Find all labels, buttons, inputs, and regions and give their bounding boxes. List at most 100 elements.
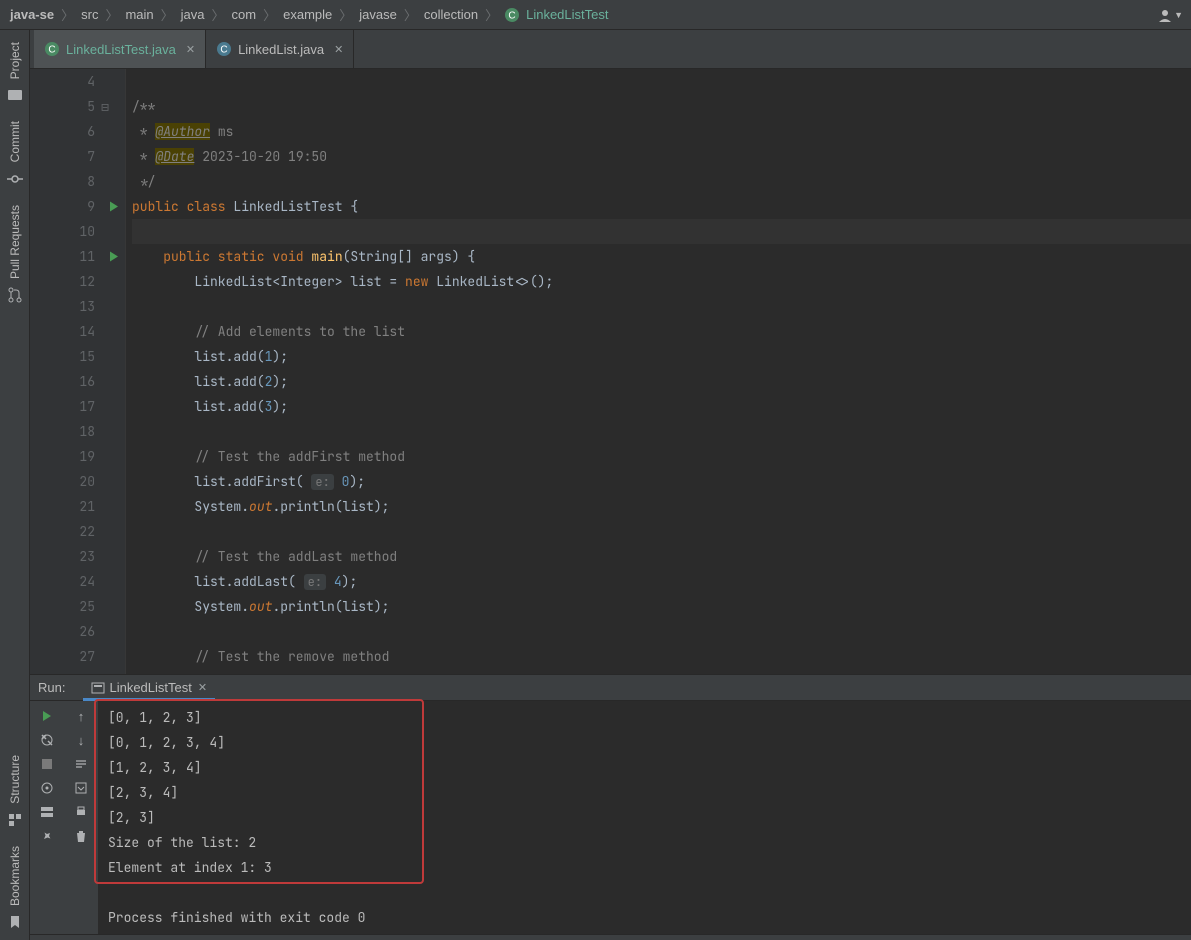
gutter-line[interactable]: 21 — [30, 494, 125, 519]
code-line[interactable] — [132, 419, 1191, 444]
down-icon[interactable]: ↓ — [72, 731, 90, 749]
user-menu-icon[interactable]: ▼ — [1158, 8, 1183, 22]
console-line: [2, 3, 4] — [108, 780, 1181, 805]
gutter-line[interactable]: 6 — [30, 119, 125, 144]
crumb-item[interactable]: com — [232, 7, 257, 22]
code-line[interactable]: */ — [132, 169, 1191, 194]
tab-label: LinkedListTest.java — [66, 42, 176, 57]
code-line[interactable] — [132, 619, 1191, 644]
crumb-item[interactable]: collection — [424, 7, 478, 22]
code-line[interactable]: // Test the addLast method — [132, 544, 1191, 569]
code-line[interactable] — [132, 519, 1191, 544]
run-config-name[interactable]: LinkedListTest — [109, 680, 191, 695]
code-line[interactable]: list.addLast( e: 4); — [132, 569, 1191, 594]
close-icon[interactable]: ✕ — [334, 43, 343, 56]
close-icon[interactable]: ✕ — [186, 43, 195, 56]
svg-text:C: C — [48, 45, 55, 56]
dump-threads-icon[interactable] — [38, 779, 56, 797]
print-icon[interactable] — [72, 803, 90, 821]
code-line[interactable]: list.add(3); — [132, 394, 1191, 419]
run-tool-window: Run: LinkedListTest ✕ — [30, 674, 1191, 934]
tab-linkedlisttest[interactable]: C LinkedListTest.java ✕ — [34, 30, 206, 68]
crumb-item[interactable]: src — [81, 7, 98, 22]
code-line[interactable]: * @Date 2023-10-20 19:50 — [132, 144, 1191, 169]
up-icon[interactable]: ↑ — [72, 707, 90, 725]
gutter-line[interactable]: 25 — [30, 594, 125, 619]
crumb-item[interactable]: javase — [359, 7, 397, 22]
class-icon: C — [505, 8, 519, 22]
commit-tool-button[interactable]: Commit — [7, 117, 23, 186]
code-line[interactable]: public class LinkedListTest { — [132, 194, 1191, 219]
code-line[interactable] — [132, 294, 1191, 319]
code-line[interactable]: LinkedList<Integer> list = new LinkedLis… — [132, 269, 1191, 294]
editor-gutter[interactable]: 45⊟6789101112131415161718192021222324252… — [30, 69, 126, 674]
layout-icon[interactable] — [38, 803, 56, 821]
scroll-to-end-icon[interactable] — [72, 779, 90, 797]
pin-icon[interactable] — [38, 827, 56, 845]
gutter-line[interactable]: 13 — [30, 294, 125, 319]
code-line[interactable]: System.out.println(list); — [132, 494, 1191, 519]
tab-linkedlist[interactable]: C LinkedList.java ✕ — [206, 30, 354, 68]
gutter-line[interactable]: 8 — [30, 169, 125, 194]
console-line: [0, 1, 2, 3, 4] — [108, 730, 1181, 755]
code-line[interactable] — [132, 219, 1191, 244]
gutter-line[interactable]: 14 — [30, 319, 125, 344]
code-line[interactable] — [132, 69, 1191, 94]
bookmarks-tool-button[interactable]: Bookmarks — [7, 842, 23, 930]
clear-icon[interactable] — [72, 827, 90, 845]
fold-indicator-icon[interactable]: ⊟ — [101, 98, 109, 115]
code-line[interactable]: list.add(1); — [132, 344, 1191, 369]
gutter-line[interactable]: 7 — [30, 144, 125, 169]
run-toolbar-left — [30, 701, 64, 934]
code-line[interactable]: // Add elements to the list — [132, 319, 1191, 344]
gutter-line[interactable]: 15 — [30, 344, 125, 369]
editor-code-area[interactable]: /** * @Author ms * @Date 2023-10-20 19:5… — [126, 69, 1191, 674]
close-icon[interactable]: ✕ — [198, 681, 207, 694]
svg-text:C: C — [508, 10, 515, 21]
crumb-item[interactable]: java — [181, 7, 205, 22]
class-icon: C — [216, 41, 232, 57]
crumb-item[interactable]: example — [283, 7, 332, 22]
code-line[interactable]: // Test the addFirst method — [132, 444, 1191, 469]
code-line[interactable]: list.add(2); — [132, 369, 1191, 394]
soft-wrap-icon[interactable] — [72, 755, 90, 773]
code-line[interactable]: /** — [132, 94, 1191, 119]
console-line: [2, 3] — [108, 805, 1181, 830]
run-gutter-icon[interactable] — [109, 248, 119, 265]
gutter-line[interactable]: 22 — [30, 519, 125, 544]
gutter-line[interactable]: 24 — [30, 569, 125, 594]
code-line[interactable]: list.addFirst( e: 0); — [132, 469, 1191, 494]
code-editor[interactable]: 45⊟6789101112131415161718192021222324252… — [30, 69, 1191, 674]
gutter-line[interactable]: 26 — [30, 619, 125, 644]
code-line[interactable]: public static void main(String[] args) { — [132, 244, 1191, 269]
gutter-line[interactable]: 23 — [30, 544, 125, 569]
code-line[interactable]: // Test the remove method — [132, 644, 1191, 669]
run-config-icon — [91, 681, 105, 695]
crumb-item[interactable]: main — [125, 7, 153, 22]
gutter-line[interactable]: 27 — [30, 644, 125, 669]
gutter-line[interactable]: 19 — [30, 444, 125, 469]
gutter-line[interactable]: 4 — [30, 69, 125, 94]
gutter-line[interactable]: 9 — [30, 194, 125, 219]
gutter-line[interactable]: 11 — [30, 244, 125, 269]
crumb-project[interactable]: java-se — [10, 7, 54, 22]
project-tool-button[interactable]: Project — [7, 38, 23, 103]
structure-tool-button[interactable]: Structure — [7, 751, 23, 828]
gutter-line[interactable]: 5⊟ — [30, 94, 125, 119]
code-line[interactable]: System.out.println(list); — [132, 594, 1191, 619]
rerun-icon[interactable] — [38, 707, 56, 725]
gutter-line[interactable]: 20 — [30, 469, 125, 494]
gutter-line[interactable]: 16 — [30, 369, 125, 394]
gutter-line[interactable]: 10 — [30, 219, 125, 244]
gutter-line[interactable]: 17 — [30, 394, 125, 419]
gutter-line[interactable]: 12 — [30, 269, 125, 294]
stop-icon[interactable] — [38, 755, 56, 773]
gutter-line[interactable]: 18 — [30, 419, 125, 444]
run-gutter-icon[interactable] — [109, 198, 119, 215]
crumb-sep: 〉 — [61, 5, 74, 24]
crumb-class[interactable]: LinkedListTest — [526, 7, 608, 22]
code-line[interactable]: * @Author ms — [132, 119, 1191, 144]
console-output[interactable]: [0, 1, 2, 3][0, 1, 2, 3, 4][1, 2, 3, 4][… — [98, 701, 1191, 934]
settings-icon[interactable] — [38, 731, 56, 749]
pull-requests-tool-button[interactable]: Pull Requests — [7, 201, 23, 303]
